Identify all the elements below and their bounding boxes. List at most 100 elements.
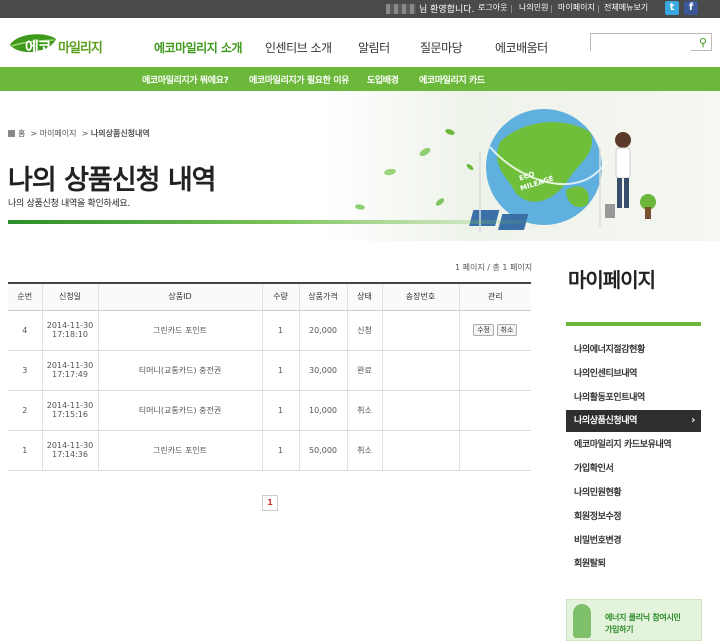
order-history-table: 순번 신청일 상품ID 수량 상품가격 상태 송장번호 관리 4 2014-11… [8,282,531,471]
logo-text-eco: 에코 [25,38,52,56]
edit-button[interactable]: 수정 [473,324,494,336]
side-item-edit-profile[interactable]: 회원정보수정 [566,506,701,528]
cell-status: 신청 [346,310,382,351]
search-box: ⚲ [590,33,712,55]
cell-date: 2014-11-30 17:15:16 [41,390,98,431]
cell-no: 2 [8,390,42,431]
cell-no: 3 [8,350,42,391]
cell-price: 10,000 [298,390,347,431]
chevron-right-icon: › [691,415,695,426]
breadcrumb-home[interactable]: 홈 [18,129,25,138]
cell-invoice [381,350,459,391]
breadcrumb-mypage[interactable]: 마이페이지 [40,129,77,138]
divider [511,5,512,13]
nav-learning[interactable]: 에코배움터 [495,39,548,56]
page-info: 1 페이지 / 총 1 페이지 [455,263,533,272]
side-item-incentive[interactable]: 나의인센티브내역 [566,363,701,385]
col-header-date: 신청일 [41,282,98,311]
nav-notice[interactable]: 알림터 [358,39,390,56]
cell-qty: 1 [261,350,299,391]
cell-manage: 수정 취소 [458,310,531,351]
cell-date: 2014-11-30 17:14:36 [41,430,98,471]
breadcrumb: 홈 > 마이페이지 > 나의상품신청내역 [8,128,150,139]
my-complaints-link[interactable]: 나의민원 [519,2,548,13]
table-row: 2 2014-11-30 17:15:16 티머니(교통카드) 충전권 1 10,… [8,390,531,431]
facebook-icon[interactable]: f [684,1,698,15]
home-icon[interactable] [8,130,15,137]
mypage-link[interactable]: 마이페이지 [558,2,595,13]
side-item-change-password[interactable]: 비밀번호변경 [566,530,701,552]
cell-status: 취소 [346,430,382,471]
subnav-background[interactable]: 도입배경 [367,73,399,86]
side-item-withdraw[interactable]: 회원탈퇴 [566,553,701,575]
cell-product: 그린카드 포인트 [97,310,262,351]
side-item-activity-points[interactable]: 나의활동포인트내역 [566,387,701,409]
table-row: 3 2014-11-30 17:17:49 티머니(교통카드) 충전권 1 30,… [8,350,531,391]
col-header-manage: 관리 [458,282,531,311]
full-menu-link[interactable]: 전체메뉴보기 [604,2,648,13]
divider [598,5,599,13]
divider [551,5,552,13]
utility-bar: 님 환영합니다. 로그아웃 나의민원 마이페이지 전체메뉴보기 t f [0,0,720,18]
table-row: 4 2014-11-30 17:18:10 그린카드 포인트 1 20,000 신… [8,310,531,351]
side-menu-bar [566,322,701,326]
col-header-qty: 수량 [261,282,299,311]
banner-text: 에너지 클리닉 참여시민 가입하기 [605,613,681,634]
cell-product: 그린카드 포인트 [97,430,262,471]
cell-product: 티머니(교통카드) 충전권 [97,390,262,431]
pagination-page-1[interactable]: 1 [262,495,278,511]
sub-navigation: 에코마일리지가 뭐에요? 에코마일리지가 필요한 이유 도입배경 에코마일리지 … [0,67,720,91]
cell-price: 20,000 [298,310,347,351]
cell-invoice [381,430,459,471]
col-header-invoice: 송장번호 [381,282,459,311]
cell-no: 4 [8,310,42,351]
side-item-label: 나의상품신청내역 [574,416,638,426]
twitter-icon[interactable]: t [665,1,679,15]
subnav-eco-card[interactable]: 에코마일리지 카드 [419,73,485,86]
cell-qty: 1 [261,310,299,351]
logo-text-mileage: 마일리지 [58,41,103,56]
table-header-row: 순번 신청일 상품ID 수량 상품가격 상태 송장번호 관리 [8,282,531,311]
col-header-product: 상품ID [97,282,262,311]
cell-invoice [381,310,459,351]
energy-clinic-banner[interactable]: 에너지 클리닉 참여시민 가입하기 [566,599,702,641]
eco-mileage-badge: ECO MILEAGE [518,170,555,193]
subnav-why-needed[interactable]: 에코마일리지가 필요한 이유 [249,73,349,86]
cell-status: 취소 [346,390,382,431]
nav-eco-intro[interactable]: 에코마일리지 소개 [154,39,243,56]
cell-product: 티머니(교통카드) 충전권 [97,350,262,391]
search-icon[interactable]: ⚲ [699,36,707,49]
side-item-join-certificate[interactable]: 가입확인서 [566,458,701,480]
cell-price: 50,000 [298,430,347,471]
col-header-status: 상태 [346,282,382,311]
side-item-complaints[interactable]: 나의민원현황 [566,482,701,504]
page-title: 나의 상품신청 내역 [8,165,217,196]
col-header-price: 상품가격 [298,282,347,311]
cell-date: 2014-11-30 17:17:49 [41,350,98,391]
search-input[interactable] [591,39,691,55]
title-underline [8,220,548,224]
person-illustration-icon [573,604,591,638]
cell-manage [458,390,531,431]
col-header-no: 순번 [8,282,42,311]
cell-manage [458,350,531,391]
breadcrumb-current: 나의상품신청내역 [90,129,150,138]
side-item-product-requests[interactable]: 나의상품신청내역 › [566,410,701,432]
cell-price: 30,000 [298,350,347,391]
cell-manage [458,430,531,471]
side-item-card-holdings[interactable]: 에코마일리지 카드보유내역 [566,434,701,456]
cell-invoice [381,390,459,431]
subnav-what-is[interactable]: 에코마일리지가 뭐에요? [142,73,229,86]
greeting-text: 님 환영합니다. [419,5,475,15]
page-description: 나의 상품신청 내역을 확인하세요. [8,199,130,209]
cell-date: 2014-11-30 17:18:10 [41,310,98,351]
nav-qna[interactable]: 질문마당 [420,39,463,56]
cell-qty: 1 [261,430,299,471]
logout-link[interactable]: 로그아웃 [478,2,507,13]
cancel-button[interactable]: 취소 [496,324,518,336]
table-row: 1 2014-11-30 17:14:36 그린카드 포인트 1 50,000 취… [8,430,531,471]
cell-status: 완료 [346,350,382,391]
cell-qty: 1 [261,390,299,431]
nav-incentive[interactable]: 인센티브 소개 [265,39,332,56]
side-item-energy-savings[interactable]: 나의에너지절감현황 [566,339,701,361]
